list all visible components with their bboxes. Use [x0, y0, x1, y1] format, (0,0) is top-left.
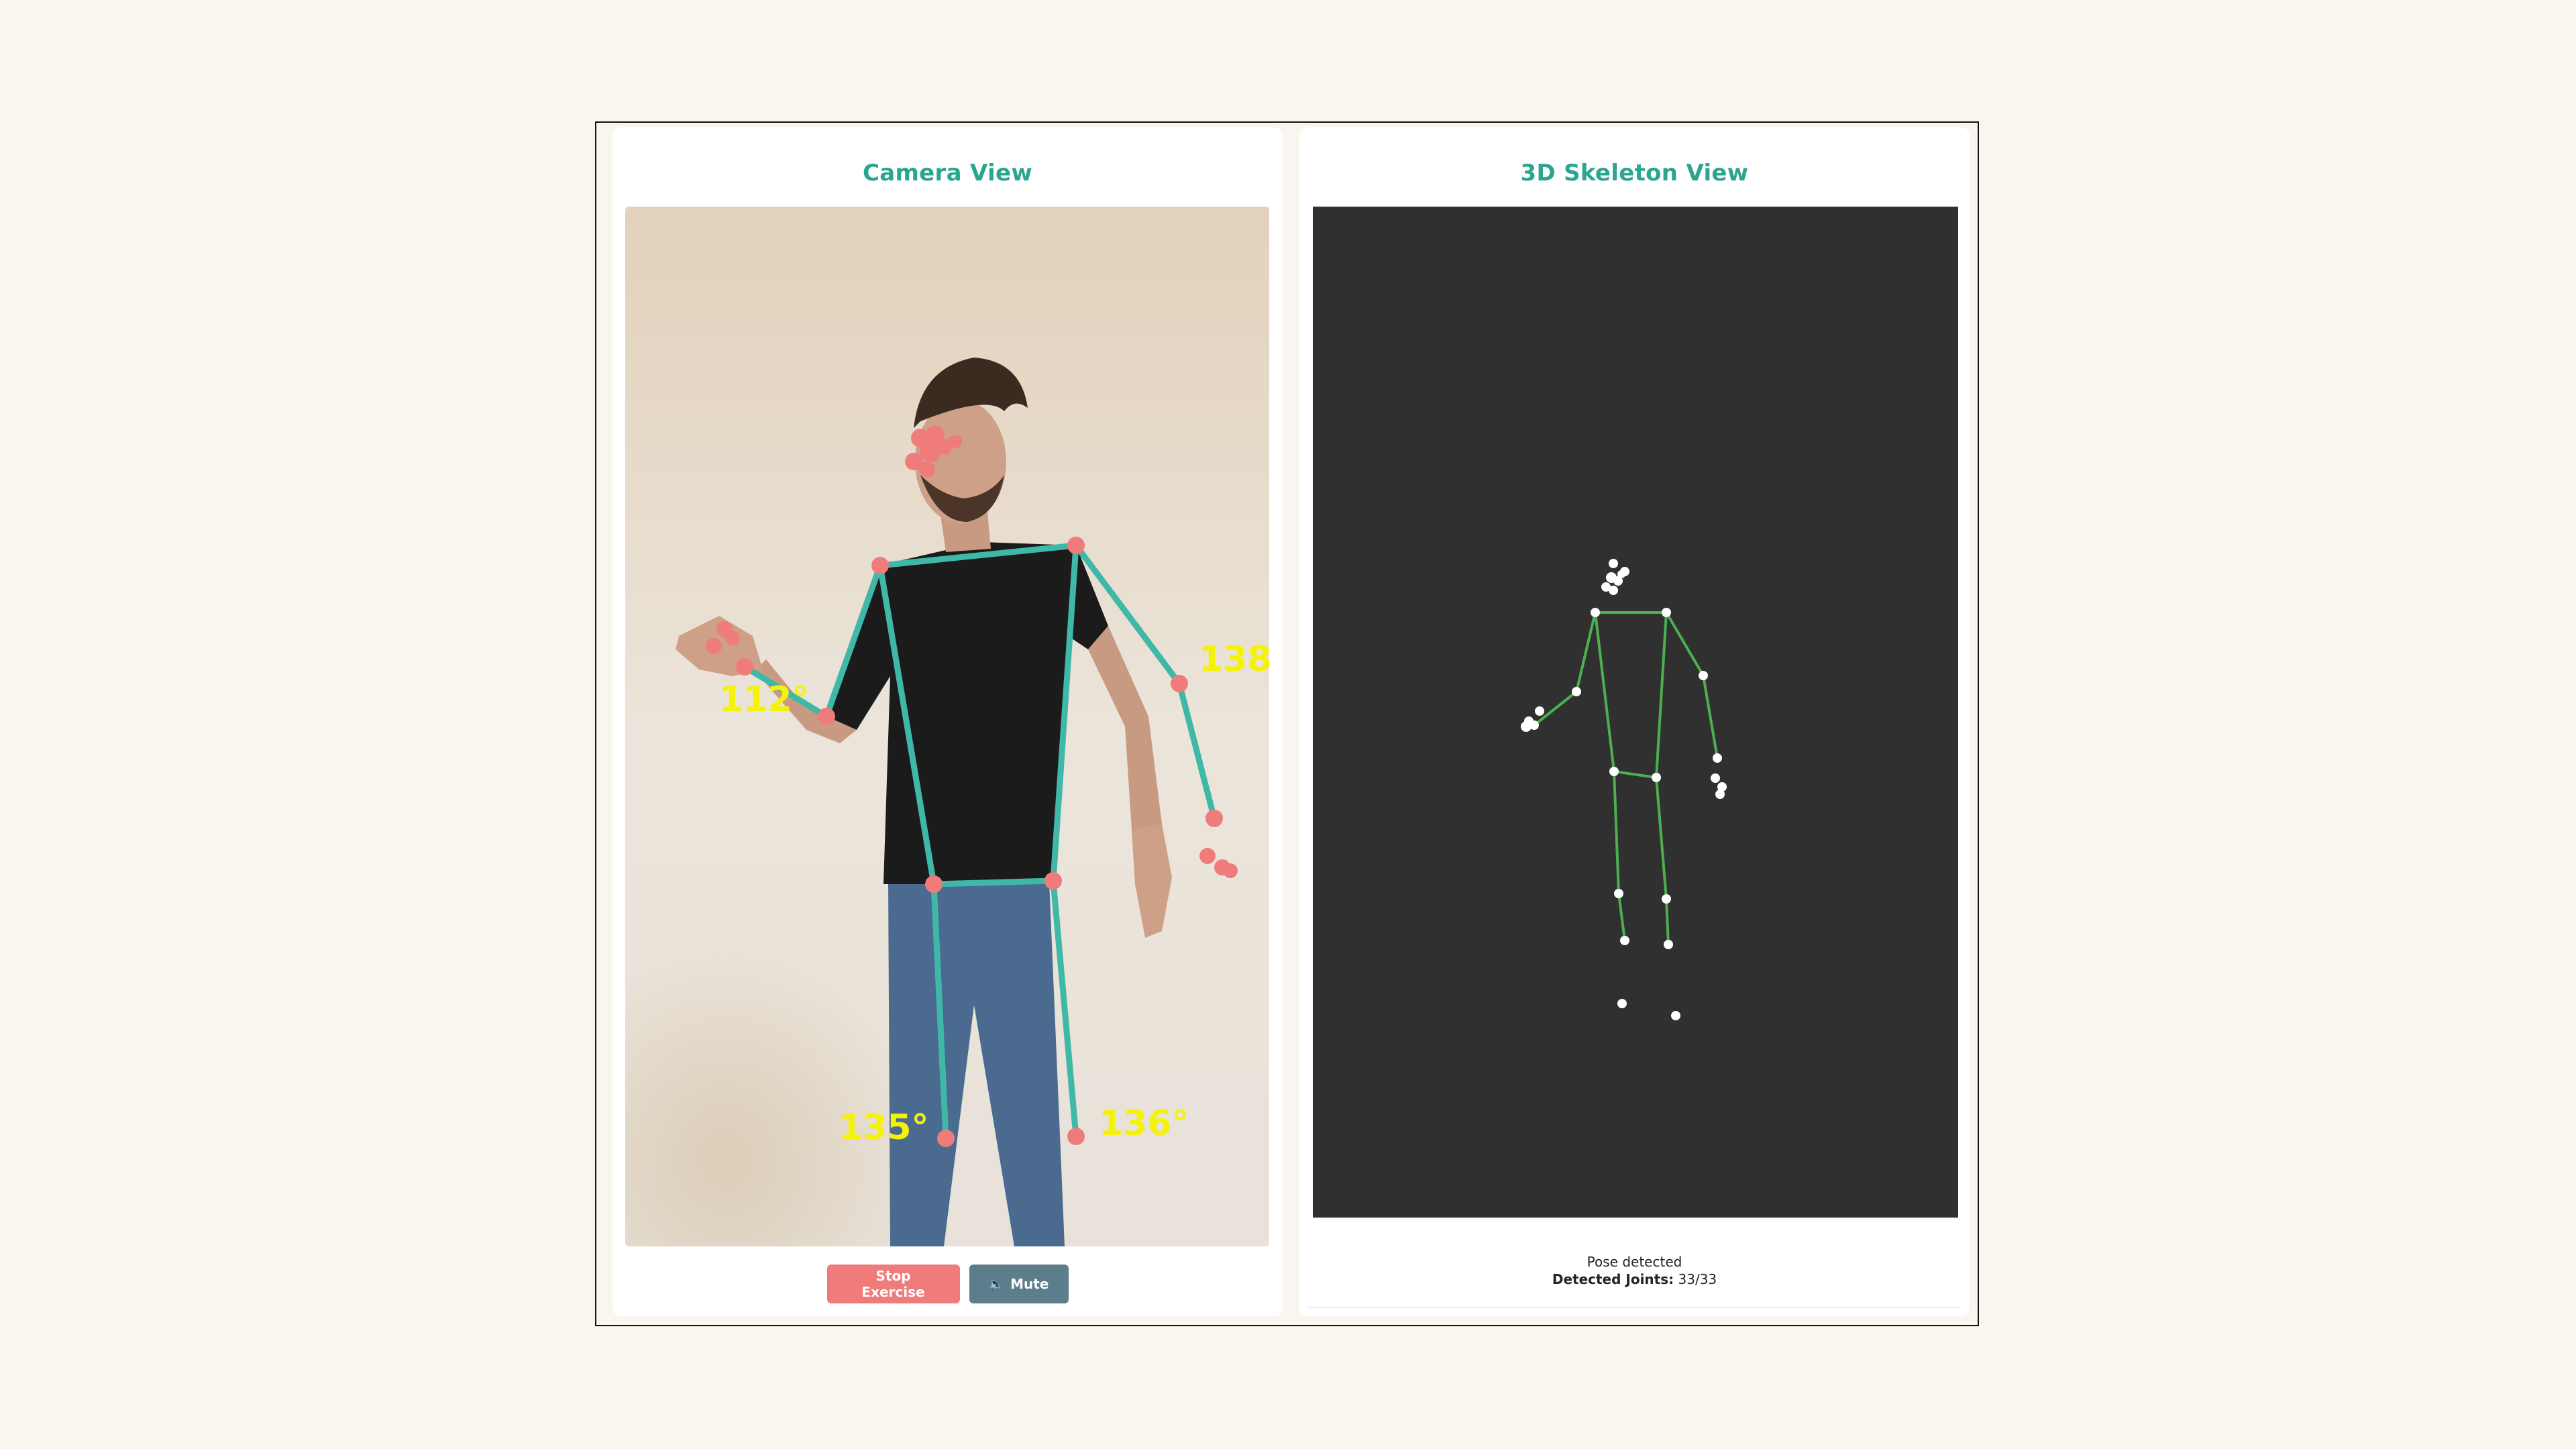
skeleton-canvas[interactable] [1313, 207, 1958, 1218]
mute-label: Mute [1010, 1276, 1049, 1292]
skeleton-joints [1521, 559, 1727, 1020]
skeleton-panel: 3D Skeleton View Pose detected Detected … [1299, 127, 1970, 1316]
speaker-icon: 🔈 [988, 1277, 1004, 1291]
camera-panel: Camera View 112° 138 135° 136° Stop Exer… [612, 127, 1283, 1316]
camera-feed-canvas: 112° 138° 135° 136° [625, 207, 1269, 1246]
left-knee-angle: 135° [839, 1108, 929, 1148]
skeleton-render [1521, 559, 1727, 1020]
pose-status: Pose detected Detected Joints: 33/33 [1299, 1253, 1970, 1288]
panel-divider [1307, 1307, 1962, 1308]
right-knee-angle: 136° [1099, 1104, 1189, 1144]
stop-exercise-label: Stop Exercise [861, 1268, 925, 1300]
detected-joints-line: Detected Joints: 33/33 [1299, 1271, 1970, 1288]
camera-feed: 112° 138° 135° 136° [625, 207, 1269, 1246]
app-window: Camera View 112° 138 135° 136° Stop Exer… [595, 121, 1979, 1326]
mute-button[interactable]: 🔈 Mute [969, 1265, 1069, 1303]
exercise-controls: Stop Exercise 🔈 Mute [612, 1265, 1283, 1303]
left-elbow-angle: 112° [719, 680, 810, 720]
camera-view-title: Camera View [862, 160, 1033, 186]
pose-status-text: Pose detected [1587, 1254, 1682, 1270]
right-elbow-angle: 138° [1199, 639, 1269, 680]
skeleton-view-title: 3D Skeleton View [1520, 160, 1749, 186]
detected-joints-label: Detected Joints: [1552, 1271, 1674, 1287]
detected-joints-value: 33/33 [1678, 1271, 1717, 1287]
stop-exercise-button[interactable]: Stop Exercise [826, 1265, 960, 1303]
skeleton-bones [1533, 611, 1719, 945]
